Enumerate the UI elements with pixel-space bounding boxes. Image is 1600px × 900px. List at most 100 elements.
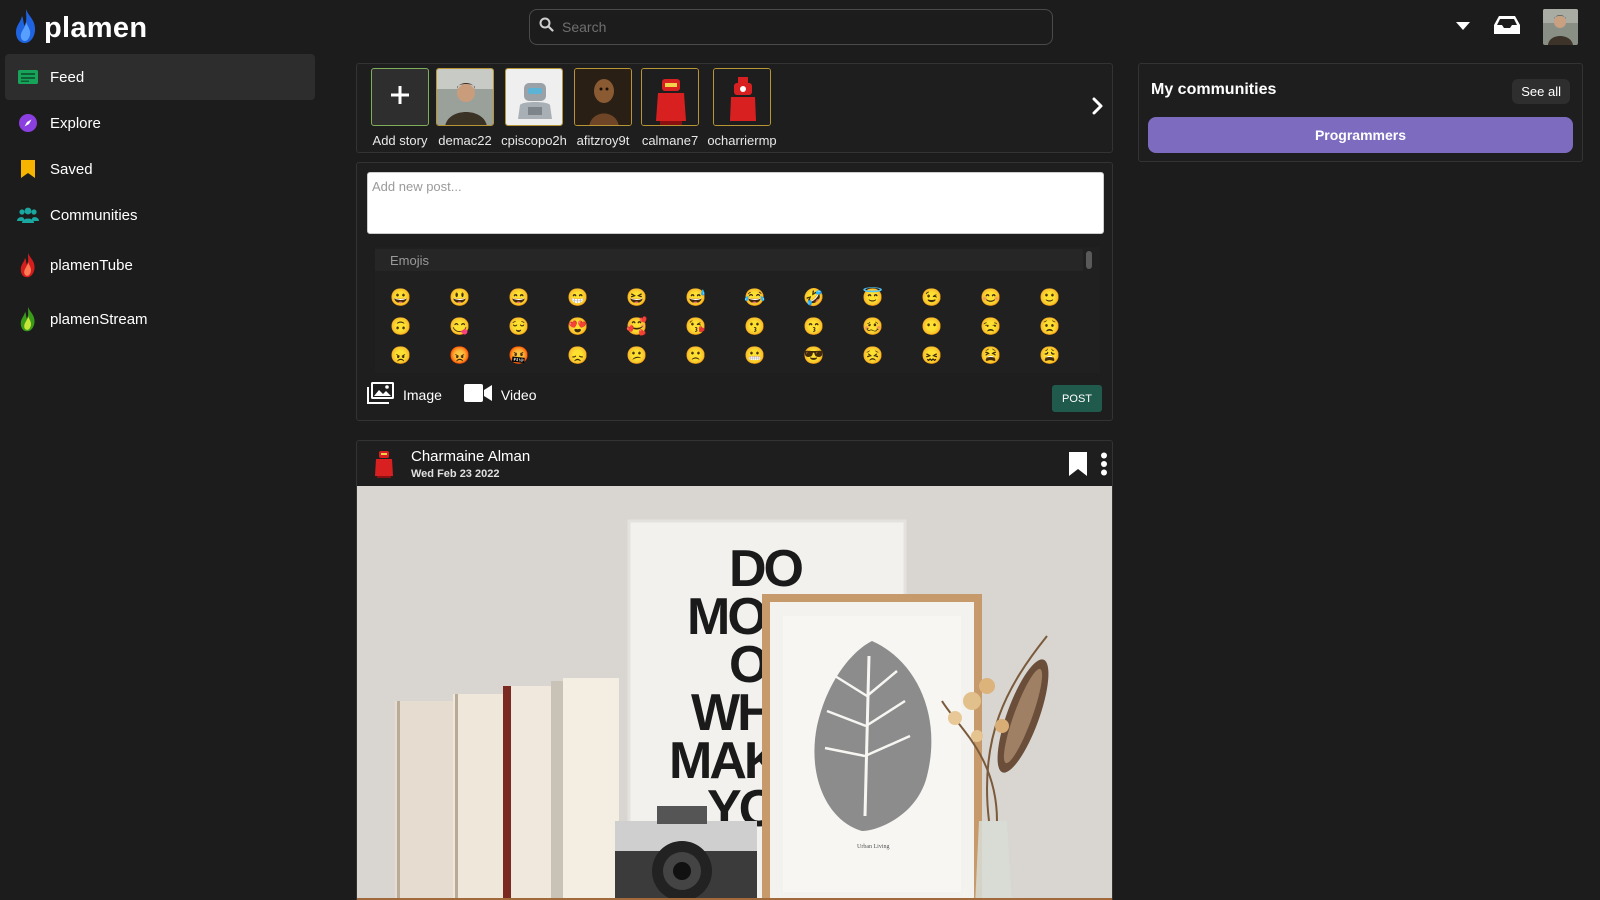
emoji-button[interactable]: 😒 bbox=[980, 316, 1039, 345]
emoji-button[interactable]: 😟 bbox=[1039, 316, 1098, 345]
emoji-button[interactable]: 😎 bbox=[803, 345, 862, 373]
emoji-button[interactable]: 😂 bbox=[744, 287, 803, 316]
search-bar[interactable] bbox=[529, 9, 1053, 45]
emoji-button[interactable]: 😣 bbox=[862, 345, 921, 373]
bookmark-icon[interactable] bbox=[1068, 451, 1088, 482]
post-author-name[interactable]: Charmaine Alman bbox=[411, 448, 530, 465]
communities-title: My communities bbox=[1151, 81, 1277, 98]
emoji-picker: Emojis 😀 😃 😄 😁 😆 😅 😂 🤣 😇 😉 😊 🙂 🙃 😋 😌 😍 🥰… bbox=[375, 247, 1100, 373]
emoji-scrollbar[interactable] bbox=[1086, 251, 1092, 269]
emoji-row: 🙃 😋 😌 😍 🥰 😘 😗 😙 🥴 😶 😒 😟 bbox=[390, 316, 1098, 345]
see-all-button[interactable]: See all bbox=[1512, 79, 1570, 104]
author-avatar[interactable] bbox=[373, 450, 395, 483]
app-logo[interactable]: plamen bbox=[14, 8, 147, 49]
emoji-button[interactable]: 🥴 bbox=[862, 316, 921, 345]
emoji-button[interactable]: 😊 bbox=[980, 287, 1039, 316]
emoji-button[interactable]: 🙃 bbox=[390, 316, 449, 345]
emoji-button[interactable]: 😩 bbox=[1039, 345, 1098, 373]
add-video-button[interactable]: Video bbox=[463, 384, 537, 405]
post-composer: Emojis 😀 😃 😄 😁 😆 😅 😂 🤣 😇 😉 😊 🙂 🙃 😋 bbox=[356, 162, 1113, 421]
story-thumbnail bbox=[713, 68, 771, 126]
emoji-button[interactable]: 😗 bbox=[744, 316, 803, 345]
emoji-button[interactable]: 😬 bbox=[744, 345, 803, 373]
plus-icon bbox=[391, 85, 409, 109]
sidebar-item-feed[interactable]: Feed bbox=[5, 54, 315, 100]
emoji-button[interactable]: 😕 bbox=[626, 345, 685, 373]
emoji-category-label: Emojis bbox=[375, 249, 1083, 271]
video-label: Video bbox=[500, 386, 537, 403]
emoji-button[interactable]: 😁 bbox=[567, 287, 626, 316]
feed-post: Charmaine Alman Wed Feb 23 2022 DO MORE … bbox=[356, 440, 1113, 900]
emoji-button[interactable]: 🙁 bbox=[685, 345, 744, 373]
emoji-button[interactable]: 😌 bbox=[508, 316, 567, 345]
emoji-button[interactable]: 😠 bbox=[390, 345, 449, 373]
story-item[interactable]: calmane7 bbox=[641, 68, 699, 148]
emoji-grid: 😀 😃 😄 😁 😆 😅 😂 🤣 😇 😉 😊 🙂 🙃 😋 😌 😍 🥰 😘 😗 😙 … bbox=[390, 287, 1098, 373]
flame-logo-icon bbox=[14, 8, 38, 49]
emoji-row: 😀 😃 😄 😁 😆 😅 😂 🤣 😇 😉 😊 🙂 bbox=[390, 287, 1098, 316]
story-item[interactable]: demac22 bbox=[436, 68, 494, 148]
post-header: Charmaine Alman Wed Feb 23 2022 bbox=[357, 441, 1112, 486]
user-avatar[interactable] bbox=[1543, 9, 1578, 45]
add-story-button[interactable]: Add story bbox=[371, 68, 429, 148]
add-image-button[interactable]: Image bbox=[367, 382, 442, 407]
more-options-icon[interactable] bbox=[1100, 452, 1108, 481]
sidebar-item-label: plamenStream bbox=[50, 310, 148, 328]
new-post-input[interactable] bbox=[367, 172, 1104, 234]
story-thumbnail bbox=[641, 68, 699, 126]
emoji-button[interactable]: 🙂 bbox=[1039, 287, 1098, 316]
emoji-button[interactable]: 😡 bbox=[449, 345, 508, 373]
story-username: demac22 bbox=[438, 133, 492, 148]
story-item[interactable]: afitzroy9t bbox=[574, 68, 632, 148]
emoji-button[interactable]: 🤬 bbox=[508, 345, 567, 373]
caret-down-icon[interactable] bbox=[1455, 18, 1471, 36]
community-item-programmers[interactable]: Programmers bbox=[1148, 117, 1573, 153]
emoji-button[interactable]: 😋 bbox=[449, 316, 508, 345]
story-thumbnail bbox=[371, 68, 429, 126]
emoji-button[interactable]: 😘 bbox=[685, 316, 744, 345]
top-right-controls bbox=[1455, 9, 1578, 45]
sidebar-item-communities[interactable]: Communities bbox=[5, 192, 315, 238]
inbox-icon[interactable] bbox=[1493, 15, 1521, 40]
story-username: cpiscopo2h bbox=[501, 133, 567, 148]
emoji-button[interactable]: 😞 bbox=[567, 345, 626, 373]
sidebar-item-label: Explore bbox=[50, 114, 101, 132]
emoji-button[interactable]: 😃 bbox=[449, 287, 508, 316]
sidebar-item-explore[interactable]: Explore bbox=[5, 100, 315, 146]
app-name: plamen bbox=[44, 12, 148, 44]
emoji-button[interactable]: 😀 bbox=[390, 287, 449, 316]
top-bar: plamen bbox=[0, 0, 1600, 56]
sidebar-item-plamentube[interactable]: plamenTube bbox=[5, 238, 315, 292]
video-camera-icon bbox=[463, 384, 492, 405]
green-flame-icon bbox=[17, 306, 39, 332]
image-label: Image bbox=[403, 386, 442, 403]
emoji-button[interactable]: 😖 bbox=[921, 345, 980, 373]
emoji-button[interactable]: 😆 bbox=[626, 287, 685, 316]
emoji-button[interactable]: 😶 bbox=[921, 316, 980, 345]
sidebar-item-plamenstream[interactable]: plamenStream bbox=[5, 292, 315, 346]
sidebar-item-saved[interactable]: Saved bbox=[5, 146, 315, 192]
sidebar-nav: Feed Explore Saved Communities plamenTub… bbox=[5, 54, 315, 346]
emoji-button[interactable]: 😄 bbox=[508, 287, 567, 316]
story-item[interactable]: ocharriermp bbox=[707, 68, 777, 148]
image-icon bbox=[367, 382, 394, 407]
media-options: Image Video bbox=[367, 382, 536, 407]
emoji-button[interactable]: 🤣 bbox=[803, 287, 862, 316]
emoji-button[interactable]: 😇 bbox=[862, 287, 921, 316]
post-button[interactable]: POST bbox=[1052, 385, 1102, 412]
emoji-button[interactable]: 🥰 bbox=[626, 316, 685, 345]
chevron-right-icon[interactable] bbox=[1092, 97, 1104, 120]
bookmark-icon bbox=[17, 158, 39, 180]
emoji-button[interactable]: 😍 bbox=[567, 316, 626, 345]
search-input[interactable] bbox=[562, 19, 1022, 35]
emoji-button[interactable]: 😙 bbox=[803, 316, 862, 345]
feed-icon bbox=[17, 66, 39, 88]
emoji-button[interactable]: 😅 bbox=[685, 287, 744, 316]
story-thumbnail bbox=[505, 68, 563, 126]
emoji-button[interactable]: 😫 bbox=[980, 345, 1039, 373]
search-icon bbox=[539, 17, 554, 37]
story-item[interactable]: cpiscopo2h bbox=[501, 68, 567, 148]
sidebar-item-label: Communities bbox=[50, 206, 138, 224]
post-image[interactable]: DO MORE OF WHAT MAKES YOU Urban Living bbox=[357, 486, 1112, 900]
emoji-button[interactable]: 😉 bbox=[921, 287, 980, 316]
